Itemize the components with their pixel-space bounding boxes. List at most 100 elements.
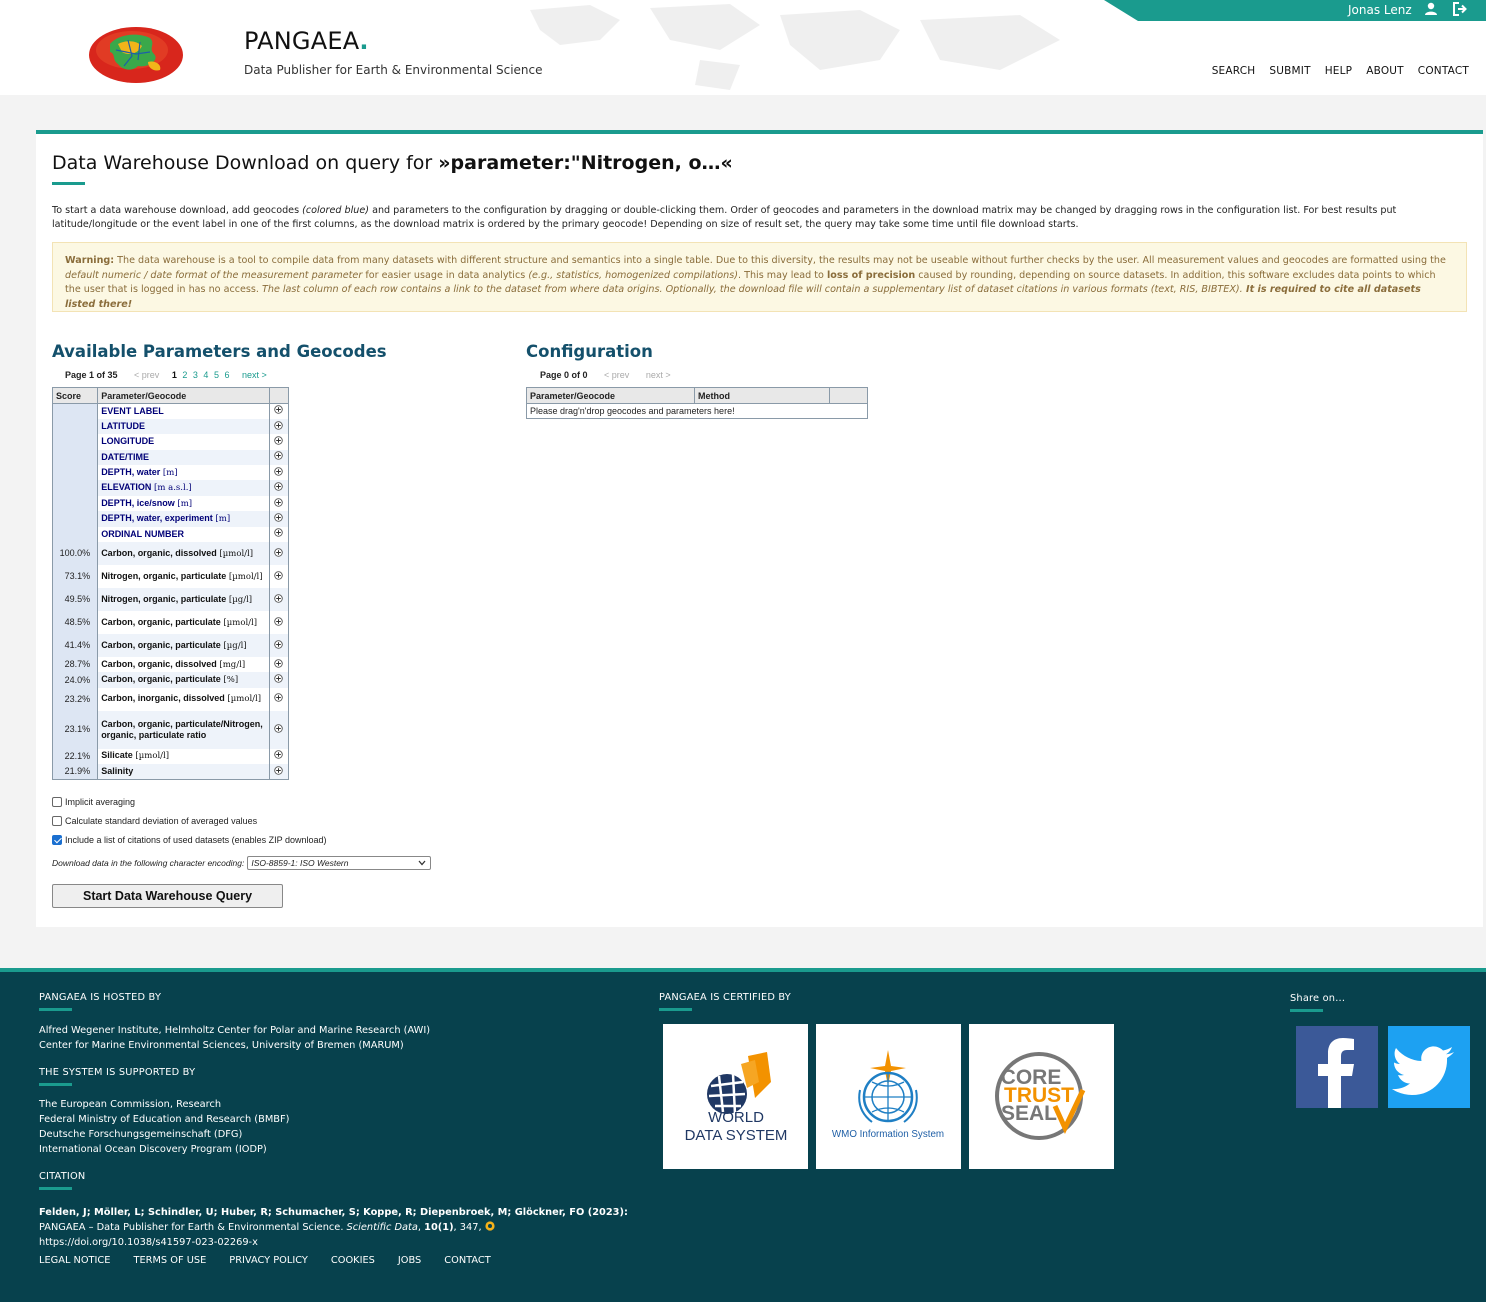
parameter-row[interactable]: 23.2% Carbon, inorganic, dissolved [µmol/… [52,687,289,711]
facebook-icon[interactable] [1296,1026,1378,1108]
parameter-row[interactable]: DEPTH, water, experiment [m] [52,511,289,527]
supported-ec-link[interactable]: The European Commission, Research [39,1099,221,1110]
user-icon[interactable] [1424,2,1438,16]
add-parameter-button[interactable] [268,588,289,612]
parameter-row[interactable]: ELEVATION [m a.s.l.] [52,480,289,496]
nav-about[interactable]: ABOUT [1366,65,1404,77]
parameter-row[interactable]: 23.1% Carbon, organic, particulate/Nitrog… [52,710,289,749]
geocode-name[interactable]: DEPTH, water [m] [98,465,270,480]
world-data-system-logo[interactable]: WORLD DATA SYSTEM [663,1024,808,1169]
implicit-averaging-option[interactable]: Implicit averaging [52,797,135,807]
parameter-row[interactable]: LATITUDE [52,418,289,435]
parameter-name[interactable]: Carbon, organic, dissolved [mg/l] [98,657,270,672]
geocode-name[interactable]: DEPTH, ice/snow [m] [98,496,270,511]
contact-link[interactable]: CONTACT [444,1255,490,1266]
brand-name[interactable]: PANGAEA. [244,27,369,55]
cookies-link[interactable]: COOKIES [331,1255,375,1266]
add-parameter-button[interactable] [268,748,289,765]
twitter-icon[interactable] [1388,1026,1470,1108]
parameter-name[interactable]: Silicate [µmol/l] [98,749,270,764]
add-parameter-button[interactable] [268,495,289,512]
add-parameter-button[interactable] [268,611,289,635]
add-parameter-button[interactable] [268,511,289,527]
hosted-marum-link[interactable]: Center for Marine Environmental Sciences… [39,1040,404,1051]
add-parameter-button[interactable] [268,565,289,589]
parameter-name[interactable]: Nitrogen, organic, particulate [µg/l] [97,588,270,612]
add-parameter-button[interactable] [268,403,289,419]
logout-icon[interactable] [1452,2,1468,16]
add-parameter-button[interactable] [268,710,289,749]
citation-doi-link[interactable]: https://doi.org/10.1038/s41597-023-02269… [39,1237,258,1248]
parameter-name[interactable]: Carbon, organic, particulate/Nitrogen, o… [97,710,270,749]
add-parameter-button[interactable] [268,687,289,711]
parameter-name[interactable]: Carbon, organic, particulate [%] [97,672,270,688]
parameter-name[interactable]: Carbon, inorganic, dissolved [µmol/l] [98,688,270,711]
available-page-link[interactable]: 6 [224,370,229,380]
geocode-name[interactable]: DEPTH, water, experiment [m] [97,511,270,527]
parameter-row[interactable]: 22.1% Silicate [µmol/l] [52,748,289,765]
add-parameter-button[interactable] [268,634,289,658]
parameter-name[interactable]: Carbon, organic, particulate [µg/l] [97,634,270,658]
parameter-row[interactable]: ORDINAL NUMBER [52,526,289,543]
parameter-row[interactable]: 100.0% Carbon, organic, dissolved [µmol/l… [52,542,289,566]
std-dev-checkbox[interactable] [52,816,62,826]
hosted-awi-link[interactable]: Alfred Wegener Institute, Helmholtz Cent… [39,1025,430,1036]
parameter-row[interactable]: 73.1% Nitrogen, organic, particulate [µmo… [52,565,289,589]
parameter-name[interactable]: Carbon, organic, particulate [µmol/l] [98,611,270,634]
supported-dfg-link[interactable]: Deutsche Forschungsgemeinschaft (DFG) [39,1129,242,1140]
parameter-name[interactable]: Carbon, organic, dissolved [µmol/l] [97,542,270,566]
configuration-table[interactable]: Parameter/Geocode Method Please drag'n'd… [526,387,868,419]
geocode-name[interactable]: LATITUDE [97,418,270,435]
citations-option[interactable]: Include a list of citations of used data… [52,835,327,845]
parameter-row[interactable]: DEPTH, water [m] [52,465,289,481]
wmo-information-system-logo[interactable]: WMO Information System [816,1024,961,1169]
add-parameter-button[interactable] [268,449,289,466]
pangaea-globe-logo[interactable] [88,26,184,84]
jobs-link[interactable]: JOBS [398,1255,421,1266]
parameter-row[interactable]: 24.0% Carbon, organic, particulate [%] [52,672,289,688]
std-dev-option[interactable]: Calculate standard deviation of averaged… [52,816,257,826]
parameter-row[interactable]: DEPTH, ice/snow [m] [52,495,289,512]
supported-iodp-link[interactable]: International Ocean Discovery Program (I… [39,1144,267,1155]
legal-notice-link[interactable]: LEGAL NOTICE [39,1255,110,1266]
parameter-row[interactable]: 49.5% Nitrogen, organic, particulate [µg/… [52,588,289,612]
parameter-name[interactable]: Salinity [97,764,270,780]
nav-search[interactable]: SEARCH [1212,65,1256,77]
core-trust-seal-logo[interactable]: CORE TRUST SEAL [969,1024,1114,1169]
parameter-row[interactable]: LONGITUDE [52,434,289,450]
add-parameter-button[interactable] [268,465,289,481]
supported-bmbf-link[interactable]: Federal Ministry of Education and Resear… [39,1114,289,1125]
privacy-policy-link[interactable]: PRIVACY POLICY [229,1255,308,1266]
add-parameter-button[interactable] [268,418,289,435]
encoding-select[interactable]: ISO-8859-1: ISO Western [247,856,432,870]
nav-submit[interactable]: SUBMIT [1269,65,1310,77]
geocode-name[interactable]: ORDINAL NUMBER [98,527,270,542]
available-page-link[interactable]: 5 [214,370,219,380]
nav-contact[interactable]: CONTACT [1418,65,1469,77]
parameter-row[interactable]: 28.7% Carbon, organic, dissolved [mg/l] [52,657,289,673]
parameter-row[interactable]: 48.5% Carbon, organic, particulate [µmol/… [52,611,289,635]
parameter-name[interactable]: Nitrogen, organic, particulate [µmol/l] [98,565,270,588]
available-page-link[interactable]: 3 [193,370,198,380]
geocode-name[interactable]: LONGITUDE [98,434,270,449]
nav-help[interactable]: HELP [1325,65,1353,77]
geocode-name[interactable]: ELEVATION [m a.s.l.] [97,480,270,496]
username-link[interactable]: Jonas Lenz [1348,3,1412,17]
parameter-row[interactable]: 41.4% Carbon, organic, particulate [µg/l] [52,634,289,658]
available-page-link[interactable]: 2 [182,370,187,380]
add-parameter-button[interactable] [268,434,289,450]
available-page-link[interactable]: 4 [203,370,208,380]
add-parameter-button[interactable] [268,542,289,566]
add-parameter-button[interactable] [268,672,289,688]
implicit-averaging-checkbox[interactable] [52,797,62,807]
add-parameter-button[interactable] [268,764,289,780]
parameter-row[interactable]: 21.9% Salinity [52,764,289,780]
add-parameter-button[interactable] [268,657,289,673]
add-parameter-button[interactable] [268,480,289,496]
citations-checkbox[interactable] [52,835,62,845]
parameter-row[interactable]: EVENT LABEL [52,403,289,419]
geocode-name[interactable]: EVENT LABEL [98,404,270,419]
add-parameter-button[interactable] [268,526,289,543]
terms-of-use-link[interactable]: TERMS OF USE [133,1255,206,1266]
parameter-row[interactable]: DATE/TIME [52,449,289,466]
